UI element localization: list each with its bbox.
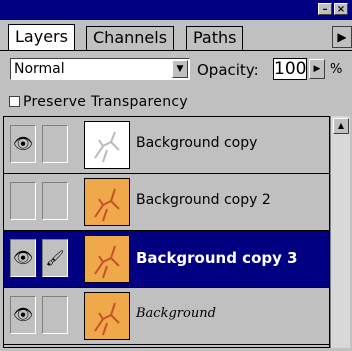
layer-name: Background — [136, 306, 216, 321]
opacity-slider-arrow-icon[interactable]: ▶ — [309, 59, 325, 79]
blend-mode-select[interactable]: Normal ▼ — [10, 58, 190, 80]
layer-thumbnail-art-icon — [94, 188, 120, 222]
visibility-toggle[interactable]: 👁 — [10, 296, 36, 334]
layer-thumbnail — [84, 235, 130, 283]
layer-thumbnail — [84, 121, 130, 169]
layer-thumbnail-art-icon — [94, 245, 120, 279]
layer-row[interactable]: 👁 Background copy — [4, 117, 329, 174]
eye-icon: 👁 — [12, 305, 34, 324]
palette-title-bar[interactable]: – × — [0, 0, 352, 20]
link-toggle[interactable] — [42, 125, 68, 163]
layer-name: Background copy 3 — [136, 249, 298, 267]
opacity-label: Opacity: — [197, 61, 259, 79]
link-toggle[interactable] — [42, 182, 68, 220]
chevron-down-icon[interactable]: ▼ — [172, 60, 188, 78]
visibility-toggle[interactable]: 👁 — [10, 239, 36, 277]
tab-layers[interactable]: Layers — [8, 24, 75, 50]
link-toggle[interactable]: 🖌 — [42, 239, 68, 277]
layers-list: 👁 Background copy Background copy 2 👁 🖌 … — [3, 116, 330, 348]
palette-tabs: Layers Channels Paths ▶ — [0, 22, 352, 50]
opacity-input[interactable]: 100 — [273, 58, 307, 80]
opacity-unit: % — [330, 62, 343, 77]
eye-icon: 👁 — [12, 134, 34, 153]
layer-thumbnail — [84, 178, 130, 226]
layer-thumbnail — [84, 292, 130, 340]
layer-row-selected[interactable]: 👁 🖌 Background copy 3 — [4, 231, 329, 288]
layer-thumbnail-art-icon — [94, 131, 120, 163]
layer-name: Background copy — [136, 135, 258, 151]
preserve-transparency-checkbox[interactable] — [9, 96, 20, 107]
eye-icon: 👁 — [12, 248, 34, 267]
palette-menu-arrow-icon[interactable]: ▶ — [332, 26, 352, 48]
layer-options-row: Normal ▼ Opacity: 100 ▶ % — [0, 56, 352, 84]
minimize-button[interactable]: – — [318, 3, 332, 15]
layer-name: Background copy 2 — [136, 192, 271, 208]
tab-channels[interactable]: Channels — [86, 26, 175, 50]
scroll-up-icon[interactable]: ▲ — [333, 118, 349, 134]
brush-icon: 🖌 — [45, 249, 65, 267]
link-toggle[interactable] — [42, 296, 68, 334]
close-button[interactable]: × — [334, 3, 348, 15]
preserve-transparency-row: Preserve Transparency — [0, 92, 352, 114]
layer-row[interactable]: Background copy 2 — [4, 174, 329, 231]
visibility-toggle[interactable]: 👁 — [10, 125, 36, 163]
tab-divider — [0, 50, 352, 51]
layer-thumbnail-art-icon — [94, 302, 120, 336]
blend-mode-value: Normal — [14, 61, 65, 77]
layers-scrollbar[interactable]: ▲ — [330, 116, 350, 348]
layer-row[interactable]: 👁 Background — [4, 288, 329, 345]
tab-paths[interactable]: Paths — [186, 26, 244, 50]
visibility-toggle[interactable] — [10, 182, 36, 220]
preserve-transparency-label: Preserve Transparency — [23, 94, 188, 110]
